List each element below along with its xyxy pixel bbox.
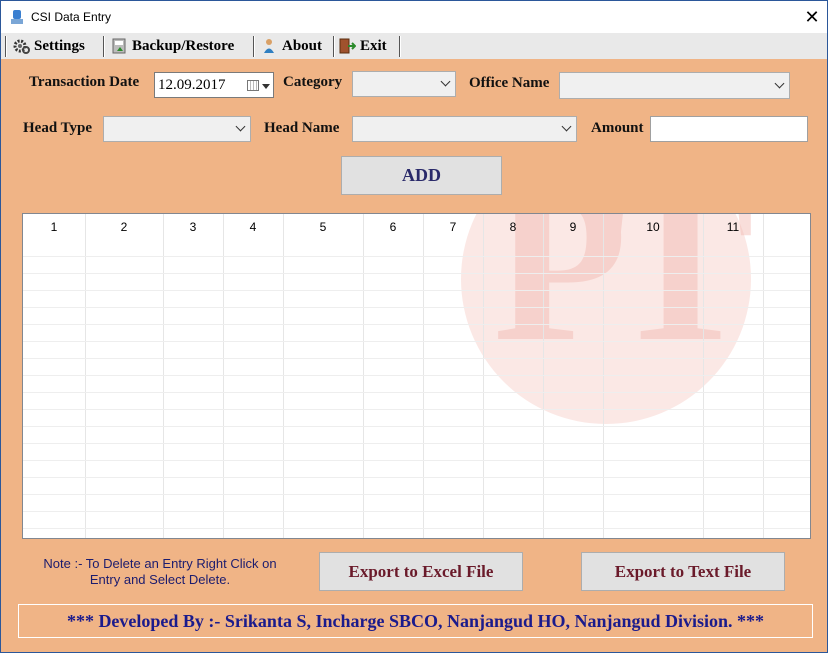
row-divider — [23, 375, 810, 376]
user-icon — [264, 39, 274, 53]
close-icon: ✕ — [804, 6, 820, 27]
column-divider — [763, 214, 764, 538]
row-divider — [23, 511, 810, 512]
column-header[interactable]: 2 — [85, 214, 163, 240]
column-header[interactable]: 3 — [163, 214, 223, 240]
row-divider — [23, 290, 810, 291]
column-divider — [423, 214, 424, 538]
delete-note: Note :- To Delete an Entry Right Click o… — [35, 556, 285, 588]
head-type-combo[interactable] — [103, 116, 251, 142]
title-bar: CSI Data Entry ✕ — [1, 1, 827, 33]
category-combo[interactable] — [352, 71, 456, 97]
menu-about-label: About — [282, 37, 323, 54]
row-divider — [23, 256, 810, 257]
column-divider — [483, 214, 484, 538]
export-excel-button[interactable]: Export to Excel File — [319, 552, 523, 591]
chevron-down-icon — [235, 121, 246, 132]
row-divider — [23, 392, 810, 393]
row-divider — [23, 426, 810, 427]
head-name-label: Head Name — [264, 120, 340, 136]
calendar-icon — [247, 80, 259, 91]
exit-door-icon — [339, 38, 356, 54]
transaction-date-picker[interactable]: 12.09.2017 — [154, 72, 274, 98]
amount-label: Amount — [591, 120, 644, 136]
column-divider — [283, 214, 284, 538]
head-name-combo[interactable] — [352, 116, 577, 142]
column-divider — [163, 214, 164, 538]
column-divider — [603, 214, 604, 538]
app-icon — [11, 10, 23, 24]
menu-backup-restore[interactable]: Backup/Restore — [111, 33, 234, 59]
settings-icon — [13, 39, 30, 54]
menu-exit-label: Exit — [360, 37, 387, 54]
chevron-down-icon — [440, 76, 451, 87]
column-header[interactable]: 6 — [363, 214, 423, 240]
row-divider — [23, 477, 810, 478]
row-divider — [23, 460, 810, 461]
menu-settings-label: Settings — [34, 37, 85, 54]
menu-separator — [333, 36, 335, 57]
office-name-combo[interactable] — [559, 72, 790, 99]
column-header[interactable]: 11 — [703, 214, 763, 240]
amount-input[interactable] — [650, 116, 808, 142]
column-divider — [85, 214, 86, 538]
close-button[interactable]: ✕ — [797, 1, 827, 33]
app-window: CSI Data Entry ✕ Settings Backup/Restore — [0, 0, 828, 653]
row-divider — [23, 409, 810, 410]
chevron-down-icon — [774, 78, 785, 88]
head-type-label: Head Type — [23, 120, 93, 136]
row-divider — [23, 324, 810, 325]
menu-backup-label: Backup/Restore — [132, 37, 235, 54]
row-divider — [23, 528, 810, 529]
menu-separator — [5, 36, 7, 57]
transaction-date-value: 12.09.2017 — [158, 77, 226, 93]
chevron-down-icon — [561, 121, 572, 132]
column-divider — [543, 214, 544, 538]
add-button[interactable]: ADD — [341, 156, 502, 195]
column-header[interactable]: 8 — [483, 214, 543, 240]
data-grid[interactable]: PT 1 2 3 4 5 6 7 8 9 10 11 — [22, 213, 811, 539]
menu-separator — [253, 36, 255, 57]
column-header[interactable]: 7 — [423, 214, 483, 240]
menu-settings[interactable]: Settings — [13, 33, 85, 59]
note-line-2: Entry and Select Delete. — [89, 572, 231, 587]
transaction-date-label: Transaction Date — [29, 74, 140, 90]
column-header[interactable]: 10 — [603, 214, 703, 240]
column-divider — [703, 214, 704, 538]
column-header[interactable]: 4 — [223, 214, 283, 240]
row-divider — [23, 307, 810, 308]
column-header[interactable]: 5 — [283, 214, 363, 240]
developer-credit: *** Developed By :- Srikanta S, Incharge… — [18, 604, 813, 638]
menu-separator — [399, 36, 401, 57]
row-divider — [23, 358, 810, 359]
column-header[interactable]: 9 — [543, 214, 603, 240]
row-divider — [23, 341, 810, 342]
export-text-button[interactable]: Export to Text File — [581, 552, 785, 591]
column-divider — [223, 214, 224, 538]
menu-about[interactable]: About — [261, 33, 322, 59]
dropdown-arrow-icon — [262, 84, 270, 89]
column-header[interactable]: 1 — [23, 214, 85, 240]
row-divider — [23, 494, 810, 495]
row-divider — [23, 273, 810, 274]
column-divider — [363, 214, 364, 538]
menu-separator — [103, 36, 105, 57]
row-divider — [23, 443, 810, 444]
window-title: CSI Data Entry — [31, 10, 112, 24]
note-line-1: Note :- To Delete an Entry Right Click o… — [43, 556, 277, 571]
category-label: Category — [283, 74, 343, 90]
grid-header: 1 2 3 4 5 6 7 8 9 10 11 — [23, 214, 810, 240]
menu-bar: Settings Backup/Restore About Exit — [1, 33, 827, 59]
office-name-label: Office Name — [469, 75, 550, 91]
backup-icon — [112, 38, 126, 54]
menu-exit[interactable]: Exit — [339, 33, 387, 59]
